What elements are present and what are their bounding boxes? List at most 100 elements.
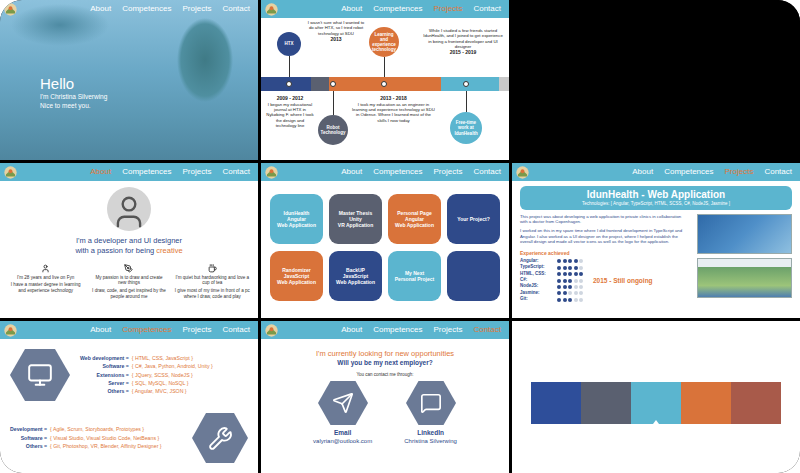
screenshot-image [697,214,792,254]
nav-link[interactable]: Projects [183,4,212,14]
project-tile[interactable]: Personal PageAngularWeb Application [388,194,441,244]
logo-icon[interactable] [265,3,278,16]
nav-link[interactable]: Contact [764,167,792,177]
color-swatch[interactable] [531,382,581,424]
color-swatch[interactable] [731,382,781,424]
rating-dot [574,266,578,270]
nav-bar: About Competences Projects Contact [261,0,509,18]
competence-value: { Visual Studio, Visual Studio Code, Net… [50,435,162,442]
nav-link[interactable]: Competences [122,325,171,335]
experience-title: Experience achieved [520,250,689,256]
nav-link[interactable]: Contact [222,325,250,335]
timeline-segment [499,77,509,91]
nav-link[interactable]: Contact [473,167,501,177]
about-title: I'm a developer and UI designerwith a pa… [75,236,182,256]
project-tile[interactable]: Your Project? [447,194,500,244]
rating-dot [574,298,578,302]
nav-link[interactable]: About [341,4,362,14]
rating-dot [568,291,572,295]
color-swatch[interactable] [681,382,731,424]
nav-link[interactable]: Projects [434,325,463,335]
nav-link[interactable]: Projects [434,4,463,14]
rating-dot [568,266,572,270]
nav-link[interactable]: Projects [183,167,212,177]
project-tile[interactable]: BackUPJavaScriptWeb Application [329,251,382,301]
rating-dot [574,279,578,283]
skill-rating [557,266,583,270]
contact-panel: AboutCompetencesProjectsContactI'm curre… [261,321,509,473]
logo-icon[interactable] [265,166,278,179]
logo-icon[interactable] [265,324,278,337]
competence-value: { HTML, CSS, JavaScript } [132,355,213,362]
competence-value: { Git, Photoshop, VR, Blender, Affinity … [50,443,162,450]
nav-link[interactable]: Competences [122,167,171,177]
project-tile[interactable]: My NextPersonal Project [388,251,441,301]
timeline-milestone: Robot Technology [318,115,348,145]
rating-dot [579,266,583,270]
fact-headline: I'm quiet but hardworking and love a cup… [175,275,250,287]
logo-icon[interactable] [4,166,17,179]
nav-link[interactable]: Contact [473,4,501,14]
nav-bar: About Competences Projects Contact [261,321,509,339]
project-tile[interactable]: IdunHealthAngularWeb Application [270,194,323,244]
nav-link[interactable]: Projects [725,167,754,177]
project-tile[interactable] [447,251,500,301]
rating-dot [557,279,561,283]
channel-value[interactable]: valyrian@outlook.com [313,438,372,444]
timeline-segment [311,77,329,91]
nav-bar: About Competences Projects Contact [0,0,258,18]
timeline-milestone: Free-time work at IdunHealth [450,112,482,144]
skill-name: NodeJS: [520,284,554,289]
nav-link[interactable]: Competences [373,325,422,335]
nav-link[interactable]: About [632,167,653,177]
nav-link[interactable]: Competences [122,4,171,14]
nav-link[interactable]: Contact [222,4,250,14]
skill-row: Git: [520,297,583,302]
rating-dot [568,259,572,263]
project-paragraph: This project was about developing a web … [520,214,689,225]
color-swatch[interactable] [581,382,631,424]
rating-dot [563,298,567,302]
project-technologies: Technologies: [ Angular, TypeScript, HTM… [524,201,788,207]
skill-row: C#: [520,278,583,283]
paper-plane-icon [332,392,354,414]
channel-value[interactable]: Christina Silverwing [404,438,457,444]
timeline-note: I began my educational journal at HTX in… [265,95,315,128]
hexagon-icon [192,413,248,463]
nav-link[interactable]: About [341,167,362,177]
logo-icon[interactable] [4,3,17,16]
nav-link[interactable]: Contact [222,167,250,177]
skill-name: HTML, CSS: [520,272,554,277]
rating-dot [579,259,583,263]
timeline-segment [441,77,499,91]
timeline-year: 2015 - 2019 [421,49,505,56]
nav-link[interactable]: Projects [183,325,212,335]
skill-rating [557,291,583,295]
skill-rating [557,298,583,302]
contact-channel[interactable]: LinkedInChristina Silverwing [404,381,457,444]
skill-row: HTML, CSS: [520,272,583,277]
nav-link[interactable]: Projects [434,167,463,177]
timeline-year: 2013 - 2018 [351,95,436,102]
logo-icon[interactable] [4,324,17,337]
nav-link[interactable]: Competences [373,4,422,14]
nav-link[interactable]: About [90,167,111,177]
skill-area: Angular:TypeScript:HTML, CSS:C#:NodeJS:J… [520,259,689,303]
logo-icon[interactable] [516,166,529,179]
about-panel: About Competences Projects Contact I'm a dev… [0,163,258,318]
about-fact: My passion is to draw and create new thi… [91,264,166,301]
competence-label: Others = [80,388,129,395]
project-tile[interactable]: Master ThesisUnityVR Application [329,194,382,244]
nav-link[interactable]: Competences [373,167,422,177]
color-swatch[interactable] [631,382,681,424]
project-paragraph: I worked on this in my spare time where … [520,228,689,245]
nav-link[interactable]: About [341,325,362,335]
avatar [107,187,151,231]
project-tile[interactable]: RandomizerJavaScriptWeb Application [270,251,323,301]
nav-link[interactable]: About [90,325,111,335]
contact-channel[interactable]: Emailvalyrian@outlook.com [313,381,372,444]
nav-link[interactable]: Contact [473,325,501,335]
timeline-year: 2013 [307,36,365,43]
nav-link[interactable]: Competences [664,167,713,177]
nav-link[interactable]: About [90,4,111,14]
